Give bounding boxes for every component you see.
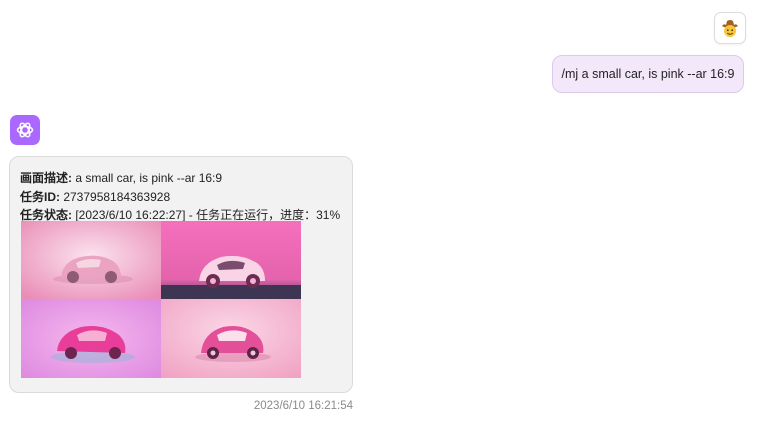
user-avatar[interactable] [714, 12, 746, 44]
task-status-label: 任务状态: [20, 208, 72, 222]
user-message-text: /mj a small car, is pink --ar 16:9 [561, 67, 735, 81]
generated-image-1[interactable] [21, 221, 161, 299]
description-line: 画面描述: a small car, is pink --ar 16:9 [20, 169, 342, 188]
description-value: a small car, is pink --ar 16:9 [72, 171, 223, 185]
user-message-bubble: /mj a small car, is pink --ar 16:9 [552, 55, 744, 93]
task-id-label: 任务ID: [20, 189, 60, 204]
bot-avatar[interactable] [10, 115, 40, 145]
generated-image-4[interactable] [161, 299, 301, 378]
chat-window: /mj a small car, is pink --ar 16:9 画面描述:… [0, 0, 759, 427]
generated-image-2[interactable] [161, 221, 301, 299]
openai-logo-icon [16, 122, 34, 138]
description-label: 画面描述: [20, 171, 72, 185]
generated-image-3[interactable] [21, 299, 161, 378]
cowboy-emoji-icon [722, 20, 738, 37]
task-id-value: 2737958184363928 [60, 189, 171, 204]
bot-message-bubble: 画面描述: a small car, is pink --ar 16:9 任务I… [9, 156, 353, 393]
task-id-line: 任务ID: 2737958184363928 [20, 188, 342, 207]
message-timestamp: 2023/6/10 16:21:54 [253, 400, 353, 412]
task-status-value: [2023/6/10 16:22:27] - 任务正在运行，进度：31% [72, 208, 341, 222]
generated-image-grid[interactable] [21, 221, 301, 378]
